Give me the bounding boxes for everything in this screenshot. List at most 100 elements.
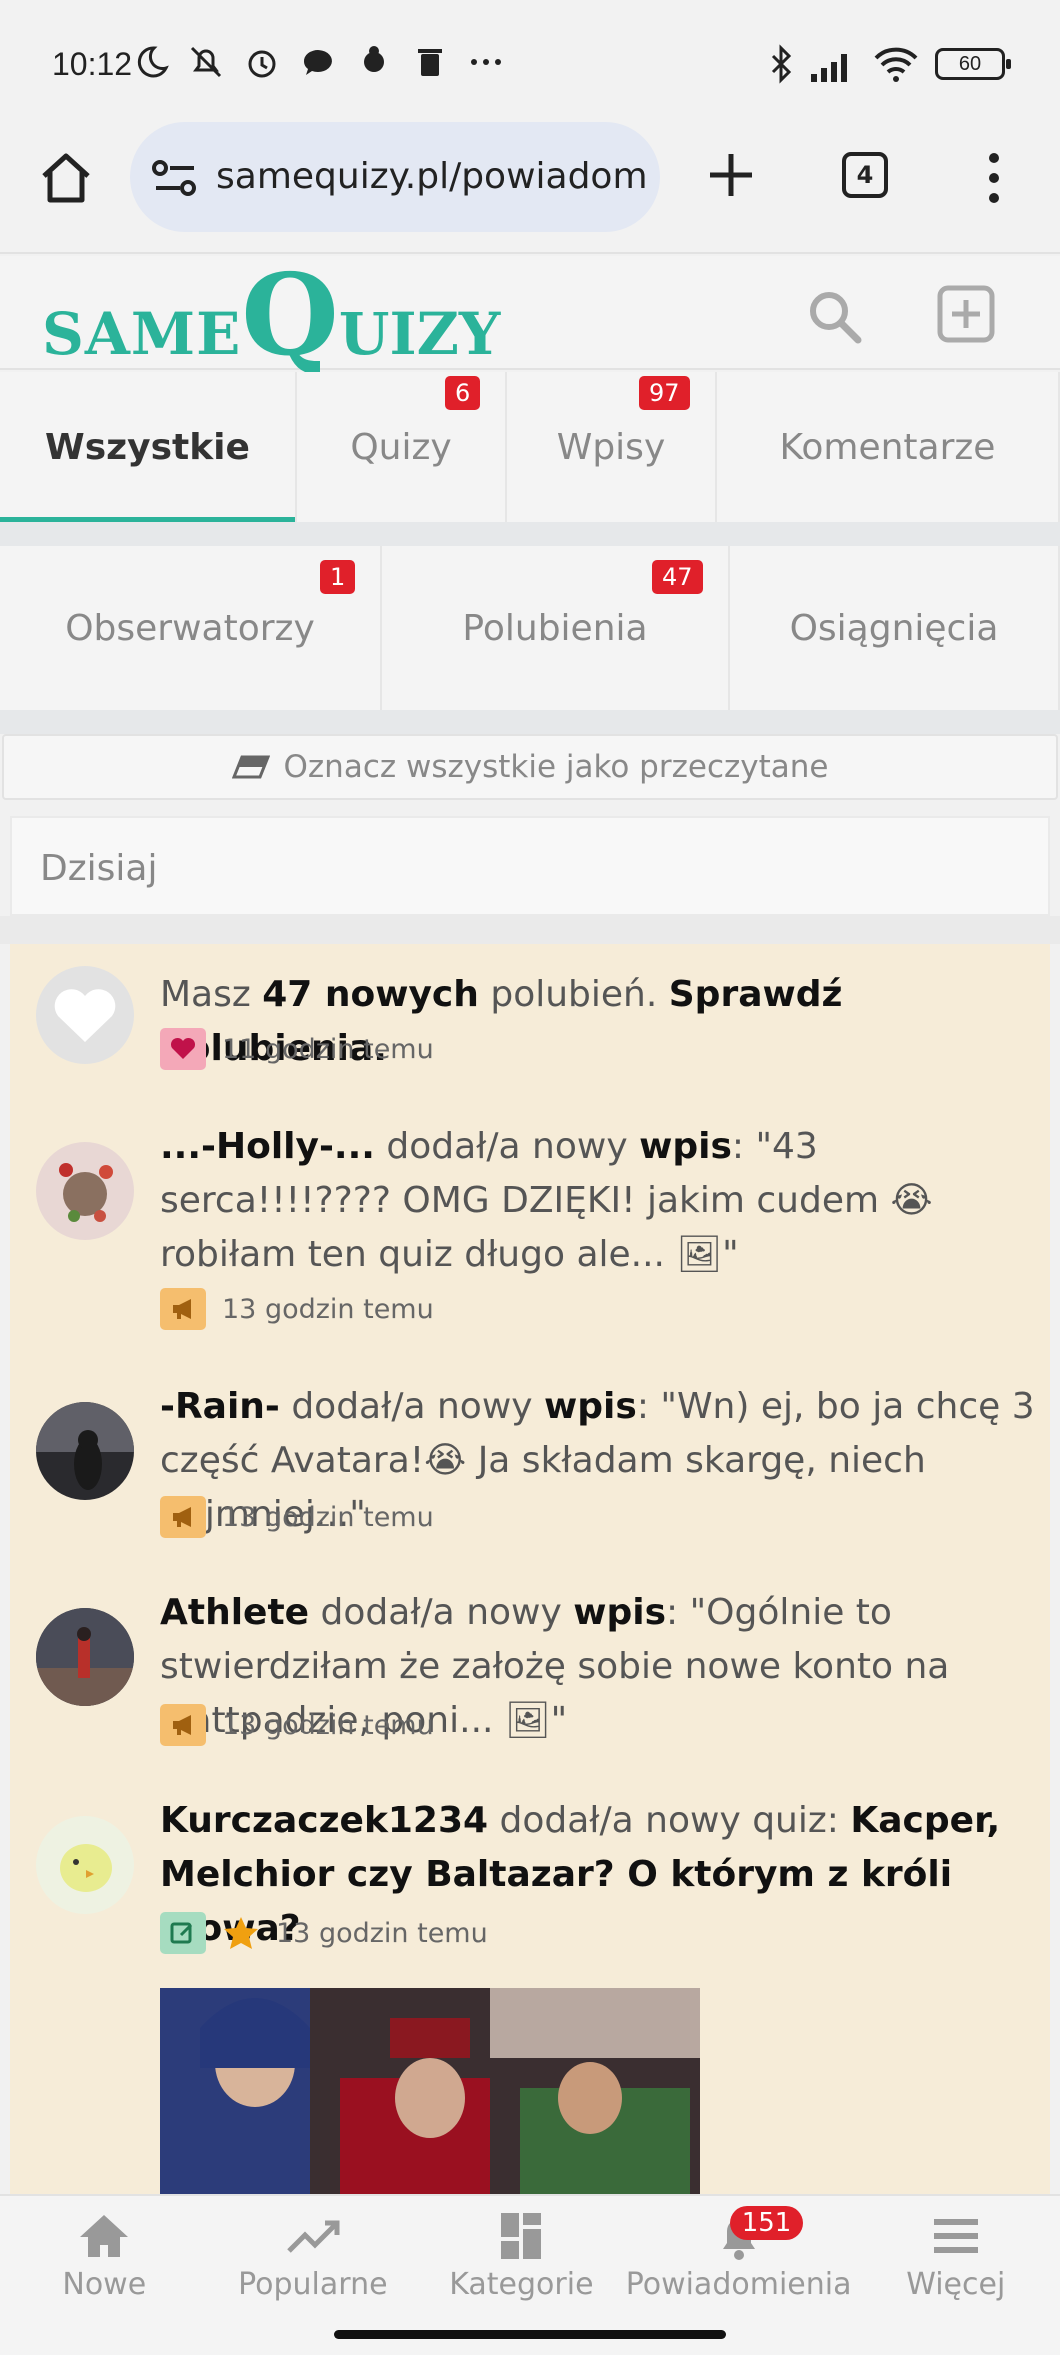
user-avatar-image — [36, 1608, 134, 1706]
nav-powiadomienia[interactable]: Powiadomienia 151 — [625, 2196, 852, 2316]
nav-label: Kategorie — [449, 2266, 594, 2302]
tab-obserwatorzy[interactable]: Obserwatorzy 1 — [0, 546, 382, 710]
battery-icon: 60 — [935, 48, 1011, 80]
url-bar[interactable]: samequizy.pl/powiadom — [130, 122, 660, 232]
username[interactable]: Kurczaczek1234 — [160, 1800, 488, 1841]
eraser-icon — [231, 755, 270, 779]
user-avatar-image — [59, 1163, 113, 1222]
tab-label: Obserwatorzy — [65, 607, 315, 649]
avatar[interactable] — [36, 1142, 134, 1240]
divider — [0, 916, 1060, 944]
mark-all-read-button[interactable]: Oznacz wszystkie jako przeczytane — [2, 734, 1058, 800]
trash-icon — [418, 49, 442, 76]
username[interactable]: -Rain- — [160, 1386, 280, 1427]
timestamp: 13 godzin temu — [222, 1709, 434, 1741]
megaphone-icon — [160, 1288, 206, 1330]
chat-icon — [303, 50, 332, 75]
menu-icon — [933, 2218, 978, 2253]
tab-label: Osiągnięcia — [789, 607, 999, 649]
timestamp: 13 godzin temu — [276, 1917, 488, 1949]
post-type[interactable]: wpis — [573, 1592, 666, 1633]
tab-label: Polubienia — [462, 607, 648, 649]
site-settings-icon[interactable] — [152, 158, 198, 198]
search-icon[interactable] — [804, 286, 864, 346]
trending-icon — [287, 2220, 340, 2253]
megaphone-icon — [160, 1496, 206, 1538]
notification-count-badge: 151 — [729, 2206, 804, 2240]
quiz-thumbnail-image[interactable] — [160, 1988, 700, 2194]
tab-wszystkie[interactable]: Wszystkie — [0, 372, 297, 522]
moon-icon — [137, 46, 169, 78]
avatar — [36, 966, 134, 1064]
mark-all-read-label: Oznacz wszystkie jako przeczytane — [283, 749, 829, 785]
nav-kategorie[interactable]: Kategorie — [417, 2196, 626, 2316]
nav-label: Nowe — [62, 2266, 147, 2302]
timestamp: 11 godzin temu — [222, 1033, 434, 1065]
tab-wpisy[interactable]: Wpisy 97 — [507, 372, 717, 522]
nav-label: Powiadomienia — [625, 2266, 852, 2302]
username[interactable]: ...-Holly-... — [160, 1126, 375, 1167]
home-indicator[interactable] — [334, 2330, 726, 2339]
home-icon[interactable] — [38, 150, 94, 206]
wifi-icon — [874, 47, 918, 82]
tab-label: Wpisy — [556, 426, 666, 468]
tab-label: Komentarze — [779, 426, 996, 468]
user-avatar-image — [36, 1402, 134, 1490]
timestamp: 13 godzin temu — [222, 1293, 434, 1325]
nav-nowe[interactable]: Nowe — [0, 2196, 209, 2316]
notification-text: polubień. — [478, 974, 669, 1015]
quiz-edit-icon — [160, 1912, 206, 1954]
nav-label: Więcej — [906, 2266, 1006, 2302]
username[interactable]: Athlete — [160, 1592, 309, 1633]
avatar[interactable] — [36, 1402, 134, 1500]
home-icon — [80, 2214, 129, 2257]
notification-text: Masz — [160, 974, 263, 1015]
count-badge: 1 — [320, 560, 356, 594]
bottom-navigation: Nowe Popularne Kategorie Powiadomienia 1… — [0, 2194, 1060, 2316]
alarm-icon — [248, 50, 276, 78]
more-dots-icon — [471, 59, 501, 65]
tab-polubienia[interactable]: Polubienia 47 — [382, 546, 730, 710]
count-badge: 47 — [652, 560, 703, 594]
divider — [0, 710, 1060, 734]
count-badge: 97 — [639, 376, 690, 410]
url-text[interactable]: samequizy.pl/powiadom — [216, 156, 646, 197]
new-tab-icon[interactable] — [706, 150, 756, 200]
bell-off-icon — [190, 46, 222, 78]
tab-switcher-button[interactable]: 4 — [842, 152, 888, 198]
gesture-bar — [0, 2316, 1060, 2355]
site-logo[interactable]: SAMEQUIZY — [42, 260, 500, 372]
tab-label: Wszystkie — [45, 426, 250, 468]
browser-toolbar: samequizy.pl/powiadom 4 — [0, 120, 1060, 254]
status-icons-right: 60 — [769, 44, 1011, 84]
notification-subtabs: Obserwatorzy 1 Polubienia 47 Osiągnięcia — [0, 546, 1060, 710]
count-badge: 6 — [445, 376, 481, 410]
heart-icon — [54, 989, 116, 1042]
add-content-icon[interactable] — [936, 284, 996, 344]
nav-label: Popularne — [238, 2266, 388, 2302]
avatar[interactable] — [36, 1816, 134, 1914]
avatar[interactable] — [36, 1608, 134, 1706]
status-icons-left — [130, 42, 506, 82]
divider — [0, 522, 1060, 546]
notification-feed: Masz 47 nowych polubień. Sprawdź polubie… — [10, 944, 1050, 2194]
signal-icon — [811, 54, 847, 82]
status-time: 10:12 — [52, 46, 133, 82]
browser-menu-icon[interactable] — [982, 150, 1006, 206]
site-header: SAMEQUIZY — [0, 256, 1060, 372]
tab-komentarze[interactable]: Komentarze — [717, 372, 1060, 522]
nav-popularne[interactable]: Popularne — [209, 2196, 418, 2316]
like-type-icon — [160, 1028, 206, 1070]
tab-quizy[interactable]: Quizy 6 — [297, 372, 507, 522]
star-icon — [224, 1917, 258, 1949]
likes-count: 47 nowych — [262, 974, 479, 1015]
tab-label: Quizy — [350, 426, 452, 468]
status-bar: 10:12 60 — [0, 0, 1060, 120]
grid-icon — [501, 2212, 542, 2259]
megaphone-icon — [160, 1704, 206, 1746]
nav-wiecej[interactable]: Więcej — [851, 2196, 1060, 2316]
post-type[interactable]: wpis — [639, 1126, 732, 1167]
post-type[interactable]: wpis — [544, 1386, 637, 1427]
tab-osiagniecia[interactable]: Osiągnięcia — [730, 546, 1060, 710]
user-avatar-image — [60, 1844, 112, 1892]
